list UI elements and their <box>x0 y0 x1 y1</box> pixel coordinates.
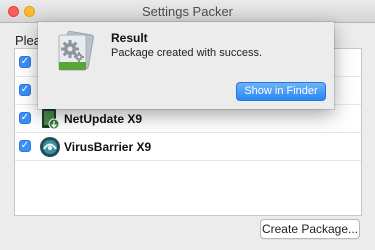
show-in-finder-button[interactable]: Show in Finder <box>236 82 326 101</box>
result-message: Package created with success. <box>111 47 263 59</box>
app-name: NetUpdate X9 <box>64 112 143 126</box>
app-checkbox[interactable]: ✓ <box>19 84 31 96</box>
app-checkbox[interactable]: ✓ <box>19 140 31 152</box>
window-title: Settings Packer <box>141 4 234 19</box>
result-sheet: Result Package created with success. Sho… <box>38 22 334 109</box>
app-checkbox[interactable]: ✓ <box>19 56 31 68</box>
app-checkbox[interactable]: ✓ <box>19 112 31 124</box>
list-item[interactable]: ✓ VirusBarrier X9 <box>15 133 361 161</box>
netupdate-icon <box>42 109 60 130</box>
settings-packer-icon <box>58 30 94 71</box>
result-title: Result <box>111 31 148 45</box>
list-item[interactable]: ✓ NetUpdate X9 <box>15 105 361 133</box>
create-package-button[interactable]: Create Package... <box>260 219 360 239</box>
title-bar: Settings Packer <box>0 0 375 23</box>
virusbarrier-icon <box>40 137 60 157</box>
app-name: VirusBarrier X9 <box>64 140 152 154</box>
